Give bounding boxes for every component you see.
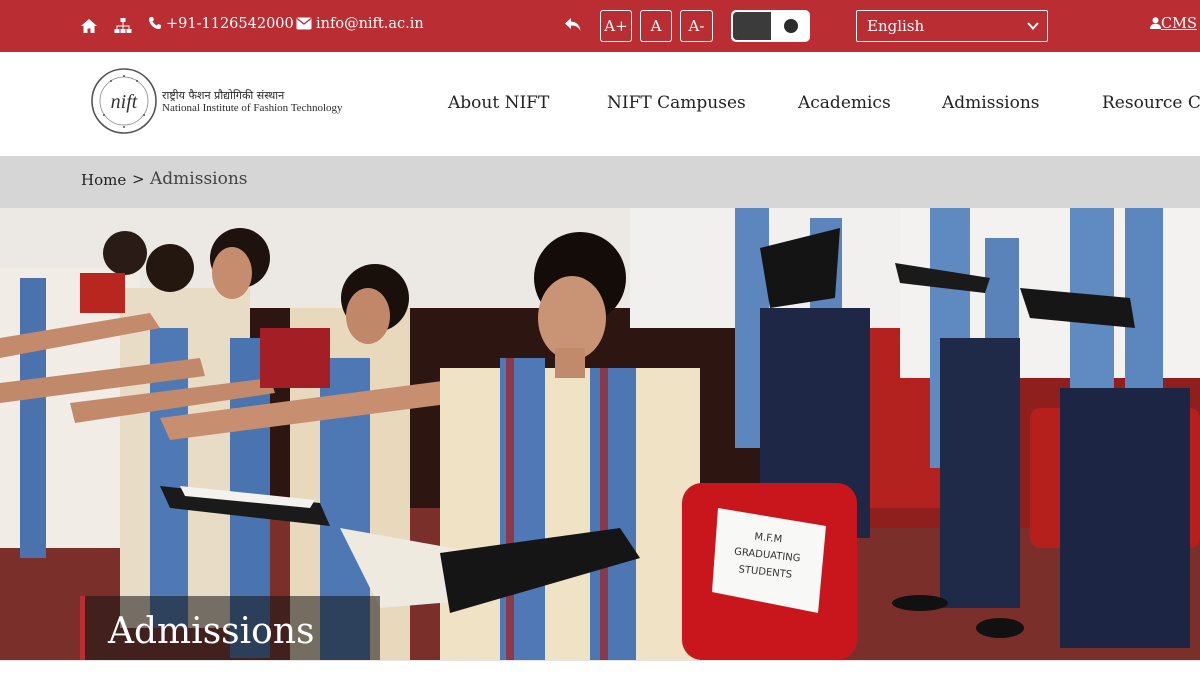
toggle-track-dark <box>733 12 771 40</box>
user-icon <box>1150 17 1161 29</box>
nav-resource-centre[interactable]: Resource Ce <box>1102 93 1200 113</box>
site-header: nift राष्ट्रीय फैशन प्रौद्योगिकी संस्थान… <box>0 52 1200 156</box>
cms-login-link[interactable]: CMS <box>1150 16 1197 32</box>
hero-photo-graduation: M.F.M GRADUATING STUDENTS <box>0 208 1200 660</box>
breadcrumb-separator: > <box>132 170 145 188</box>
hero-banner: M.F.M GRADUATING STUDENTS Admissions <box>0 208 1200 660</box>
breadcrumb: Home > Admissions <box>0 156 1200 208</box>
nift-logo[interactable]: nift <box>90 67 158 135</box>
nav-admissions[interactable]: Admissions <box>942 93 1040 113</box>
chevron-down-icon <box>1027 22 1039 30</box>
breadcrumb-current: Admissions <box>150 169 248 189</box>
home-icon[interactable] <box>80 17 98 35</box>
page-title: Admissions <box>108 611 315 652</box>
language-select[interactable]: English <box>856 10 1048 42</box>
envelope-icon <box>296 17 312 30</box>
font-decrease-button[interactable]: A- <box>680 10 713 42</box>
phone-link[interactable]: +91-1126542000 <box>148 16 294 32</box>
nav-about-nift[interactable]: About NIFT <box>448 93 549 113</box>
content-top-edge <box>0 660 1200 675</box>
breadcrumb-home-link[interactable]: Home <box>81 171 126 189</box>
font-increase-button[interactable]: A+ <box>600 10 632 42</box>
email-link[interactable]: info@nift.ac.in <box>296 16 424 32</box>
toggle-knob <box>784 19 798 33</box>
phone-icon <box>149 17 161 29</box>
cms-label: CMS <box>1161 16 1197 32</box>
svg-text:nift: nift <box>111 91 138 113</box>
nav-academics[interactable]: Academics <box>798 93 891 113</box>
back-arrow-icon[interactable] <box>563 15 583 35</box>
nav-nift-campuses[interactable]: NIFT Campuses <box>607 93 746 113</box>
language-selected-value: English <box>867 17 925 35</box>
logo-text-english: National Institute of Fashion Technology <box>162 102 343 114</box>
top-utility-bar: +91-1126542000 info@nift.ac.in A+ A A- E… <box>0 0 1200 52</box>
font-normal-button[interactable]: A <box>640 10 672 42</box>
email-address: info@nift.ac.in <box>316 16 424 32</box>
sitemap-icon[interactable] <box>114 17 132 35</box>
logo-text-hindi: राष्ट्रीय फैशन प्रौद्योगिकी संस्थान <box>162 89 285 102</box>
phone-number: +91-1126542000 <box>166 16 294 32</box>
contrast-toggle[interactable] <box>731 10 810 42</box>
